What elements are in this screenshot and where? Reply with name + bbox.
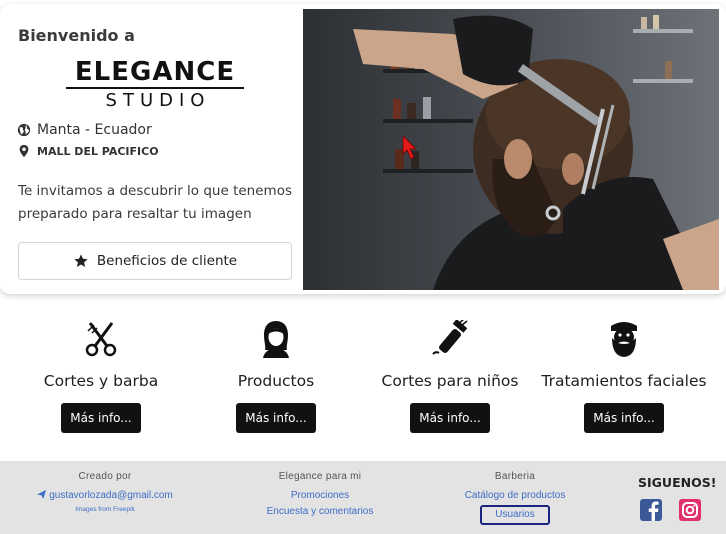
hero-card: Bienvenido a ELEGANCE STUDIO Manta - Ecu…	[0, 4, 726, 294]
scissors-icon	[85, 322, 117, 357]
invite-text: Te invitamos a descubrir lo que tenemos …	[18, 183, 292, 222]
city-label: Manta - Ecuador	[37, 122, 152, 138]
location-city: Manta - Ecuador	[17, 122, 152, 138]
send-icon	[37, 490, 47, 499]
service-title: Tratamientos faciales	[541, 372, 707, 390]
logo-subtitle: STUDIO	[105, 90, 211, 111]
barber-photo	[303, 9, 719, 290]
facebook-glyph	[648, 501, 659, 521]
instagram-glyph	[682, 502, 698, 518]
facebook-icon[interactable]	[640, 499, 662, 521]
service-tratamientos-faciales: Tratamientos faciales Más info...	[539, 318, 709, 433]
footer-heading: Barberia	[494, 471, 536, 482]
globe-icon	[17, 123, 31, 137]
hair-clipper-icon	[432, 320, 468, 355]
instagram-icon[interactable]	[679, 499, 701, 521]
service-productos: Productos Más info...	[191, 318, 361, 433]
service-title: Productos	[237, 372, 315, 390]
more-info-button[interactable]: Más info...	[584, 403, 664, 433]
star-icon	[74, 254, 88, 267]
encuesta-link[interactable]: Encuesta y comentarios	[245, 504, 395, 520]
benefits-label: Beneficios de cliente	[96, 253, 238, 269]
service-cortes-barba: Cortes y barba Más info...	[16, 318, 186, 433]
logo-title: ELEGANCE	[74, 57, 236, 87]
bearded-man-icon	[611, 322, 637, 357]
footer-col-barberia: Barberia Catálogo de productos Usuarios	[450, 471, 580, 525]
welcome-heading: Bienvenido a	[18, 26, 135, 45]
promociones-link[interactable]: Promociones	[245, 488, 395, 504]
benefits-button[interactable]: Beneficios de cliente	[18, 242, 292, 280]
map-pin-icon	[19, 144, 29, 158]
service-cortes-ninos: Cortes para niños Más info...	[365, 318, 535, 433]
more-info-button[interactable]: Más info...	[236, 403, 316, 433]
location-mall: MALL DEL PACIFICO	[17, 144, 159, 158]
page: Bienvenido a ELEGANCE STUDIO Manta - Ecu…	[0, 0, 726, 534]
more-info-button[interactable]: Más info...	[410, 403, 490, 433]
barber-cutting-hair-image	[303, 9, 719, 290]
logo-rule	[66, 87, 244, 89]
elegance-studio-logo: ELEGANCE STUDIO	[62, 58, 248, 114]
footer-col-elegance: Elegance para mi Promociones Encuesta y …	[245, 471, 395, 520]
image-credit[interactable]: Images from Freepik	[30, 506, 180, 513]
follow-heading: SIGUENOS!	[638, 475, 717, 490]
catalog-link[interactable]: Catálogo de productos	[450, 488, 580, 504]
service-title: Cortes para niños	[381, 372, 519, 390]
email-link[interactable]: gustavorlozada@gmail.com	[30, 488, 180, 504]
woman-icon	[263, 321, 289, 358]
users-button[interactable]: Usuarios	[480, 505, 550, 525]
more-info-button[interactable]: Más info...	[61, 403, 141, 433]
footer-heading: Creado por	[78, 471, 132, 482]
footer: Creado por gustavorlozada@gmail.com Imag…	[0, 461, 726, 534]
footer-heading: Elegance para mi	[278, 471, 362, 482]
footer-col-created-by: Creado por gustavorlozada@gmail.com Imag…	[30, 471, 180, 513]
mall-label: MALL DEL PACIFICO	[37, 144, 159, 158]
service-title: Cortes y barba	[43, 372, 159, 390]
email-text: gustavorlozada@gmail.com	[49, 490, 173, 501]
